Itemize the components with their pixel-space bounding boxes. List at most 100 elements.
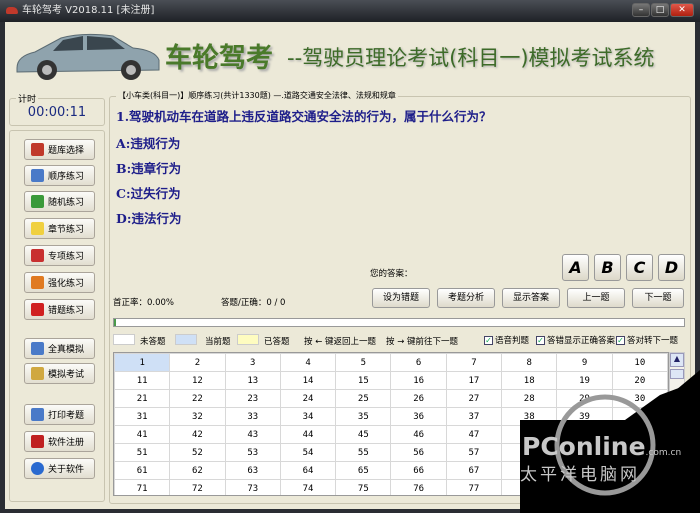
grid-cell[interactable]: 9: [556, 353, 613, 372]
grid-cell[interactable]: 11: [114, 371, 171, 390]
grid-cell[interactable]: 57: [445, 443, 503, 462]
grid-cell[interactable]: 6: [390, 353, 447, 372]
grid-cell[interactable]: 41: [114, 425, 171, 444]
grid-cell[interactable]: 67: [445, 461, 503, 480]
grid-cell[interactable]: 77: [445, 479, 503, 495]
grid-cell[interactable]: 30: [611, 389, 668, 408]
sidebar-button-7[interactable]: 全真模拟: [24, 338, 95, 359]
grid-cell[interactable]: 14: [279, 371, 337, 390]
grid-cell[interactable]: 22: [169, 389, 226, 408]
grid-cell[interactable]: 12: [169, 371, 226, 390]
grid-cell[interactable]: 40: [611, 407, 668, 426]
analysis-button[interactable]: 考题分析: [437, 288, 495, 308]
grid-cell[interactable]: 63: [224, 461, 281, 480]
grid-cell[interactable]: 24: [279, 389, 337, 408]
grid-cell[interactable]: 1: [114, 353, 171, 372]
grid-scrollbar[interactable]: ▲: [669, 352, 685, 496]
grid-cell[interactable]: 34: [279, 407, 337, 426]
grid-cell[interactable]: 18: [501, 371, 558, 390]
mark-wrong-button[interactable]: 设为错题: [372, 288, 430, 308]
sidebar-button-1[interactable]: 顺序练习: [24, 165, 95, 186]
sidebar-button-11[interactable]: 关于软件: [24, 458, 95, 479]
grid-cell[interactable]: 61: [114, 461, 171, 480]
voice-check[interactable]: ✓ 语音判题: [484, 334, 529, 346]
auto-next-check[interactable]: ✓ 答对转下一题: [616, 334, 678, 346]
sidebar-button-3[interactable]: 章节练习: [24, 218, 95, 239]
grid-cell[interactable]: 37: [445, 407, 503, 426]
sidebar-button-2[interactable]: 随机练习: [24, 191, 95, 212]
answer-d-button[interactable]: D: [658, 254, 685, 281]
window-title: 车轮驾考 V2018.11 [未注册]: [22, 5, 155, 16]
grid-cell[interactable]: 8: [501, 353, 558, 372]
sidebar-button-6[interactable]: 错题练习: [24, 299, 95, 320]
grid-cell[interactable]: 26: [390, 389, 447, 408]
grid-cell[interactable]: 47: [445, 425, 503, 444]
grid-cell[interactable]: 16: [390, 371, 447, 390]
grid-cell[interactable]: 74: [279, 479, 337, 495]
sidebar-button-9[interactable]: 打印考题: [24, 404, 95, 425]
grid-cell[interactable]: 44: [279, 425, 337, 444]
grid-cell[interactable]: 31: [114, 407, 171, 426]
show-correct-check[interactable]: ✓ 答错显示正确答案: [536, 334, 615, 346]
scroll-thumb[interactable]: [670, 369, 684, 379]
grid-cell[interactable]: 3: [224, 353, 281, 372]
grid-cell[interactable]: 17: [445, 371, 503, 390]
grid-cell[interactable]: 53: [224, 443, 281, 462]
grid-cell[interactable]: 72: [169, 479, 226, 495]
grid-cell[interactable]: 43: [224, 425, 281, 444]
grid-cell[interactable]: 13: [224, 371, 281, 390]
grid-cell[interactable]: 27: [445, 389, 503, 408]
grid-cell[interactable]: 19: [556, 371, 613, 390]
grid-cell[interactable]: 75: [335, 479, 392, 495]
grid-cell[interactable]: 45: [335, 425, 392, 444]
grid-cell[interactable]: 33: [224, 407, 281, 426]
grid-cell[interactable]: 5: [335, 353, 392, 372]
answer-a-button[interactable]: A: [562, 254, 589, 281]
grid-cell[interactable]: 54: [279, 443, 337, 462]
sidebar-button-10[interactable]: 软件注册: [24, 431, 95, 452]
sidebar-button-5[interactable]: 强化练习: [24, 272, 95, 293]
grid-cell[interactable]: 35: [335, 407, 392, 426]
grid-cell[interactable]: 51: [114, 443, 171, 462]
answer-b-button[interactable]: B: [594, 254, 621, 281]
grid-cell[interactable]: 25: [335, 389, 392, 408]
grid-cell[interactable]: 73: [224, 479, 281, 495]
prev-question-button[interactable]: 上一题: [567, 288, 625, 308]
grid-cell[interactable]: 76: [390, 479, 447, 495]
grid-cell[interactable]: 36: [390, 407, 447, 426]
minimize-button[interactable]: –: [632, 3, 650, 17]
grid-cell[interactable]: 29: [556, 389, 613, 408]
grid-cell[interactable]: 28: [501, 389, 558, 408]
scroll-up-icon[interactable]: ▲: [670, 353, 684, 367]
answer-c-button[interactable]: C: [626, 254, 653, 281]
grid-cell[interactable]: 38: [501, 407, 558, 426]
grid-cell[interactable]: 56: [390, 443, 447, 462]
grid-cell[interactable]: 46: [390, 425, 447, 444]
sidebar-button-4[interactable]: 专项练习: [24, 245, 95, 266]
grid-cell[interactable]: 42: [169, 425, 226, 444]
grid-cell[interactable]: 10: [611, 353, 668, 372]
sidebar-button-8[interactable]: 模拟考试: [24, 363, 95, 384]
grid-cell[interactable]: 65: [335, 461, 392, 480]
grid-cell[interactable]: 4: [279, 353, 337, 372]
show-answer-button[interactable]: 显示答案: [502, 288, 560, 308]
grid-cell[interactable]: 32: [169, 407, 226, 426]
grid-cell[interactable]: 20: [611, 371, 668, 390]
grid-cell[interactable]: 66: [390, 461, 447, 480]
next-question-button[interactable]: 下一题: [632, 288, 684, 308]
grid-cell[interactable]: 2: [169, 353, 226, 372]
grid-row: 21 22 23 24 25 26 27 28 29 30: [114, 389, 668, 408]
grid-cell[interactable]: 23: [224, 389, 281, 408]
close-button[interactable]: ✕: [670, 3, 694, 17]
grid-cell[interactable]: 15: [335, 371, 392, 390]
grid-cell[interactable]: 21: [114, 389, 171, 408]
grid-cell[interactable]: 39: [556, 407, 613, 426]
maximize-button[interactable]: □: [651, 3, 669, 17]
grid-cell[interactable]: 55: [335, 443, 392, 462]
sidebar-button-0[interactable]: 题库选择: [24, 139, 95, 160]
grid-cell[interactable]: 62: [169, 461, 226, 480]
grid-cell[interactable]: 64: [279, 461, 337, 480]
grid-cell[interactable]: 7: [445, 353, 503, 372]
grid-cell[interactable]: 52: [169, 443, 226, 462]
grid-cell[interactable]: 71: [114, 479, 171, 495]
